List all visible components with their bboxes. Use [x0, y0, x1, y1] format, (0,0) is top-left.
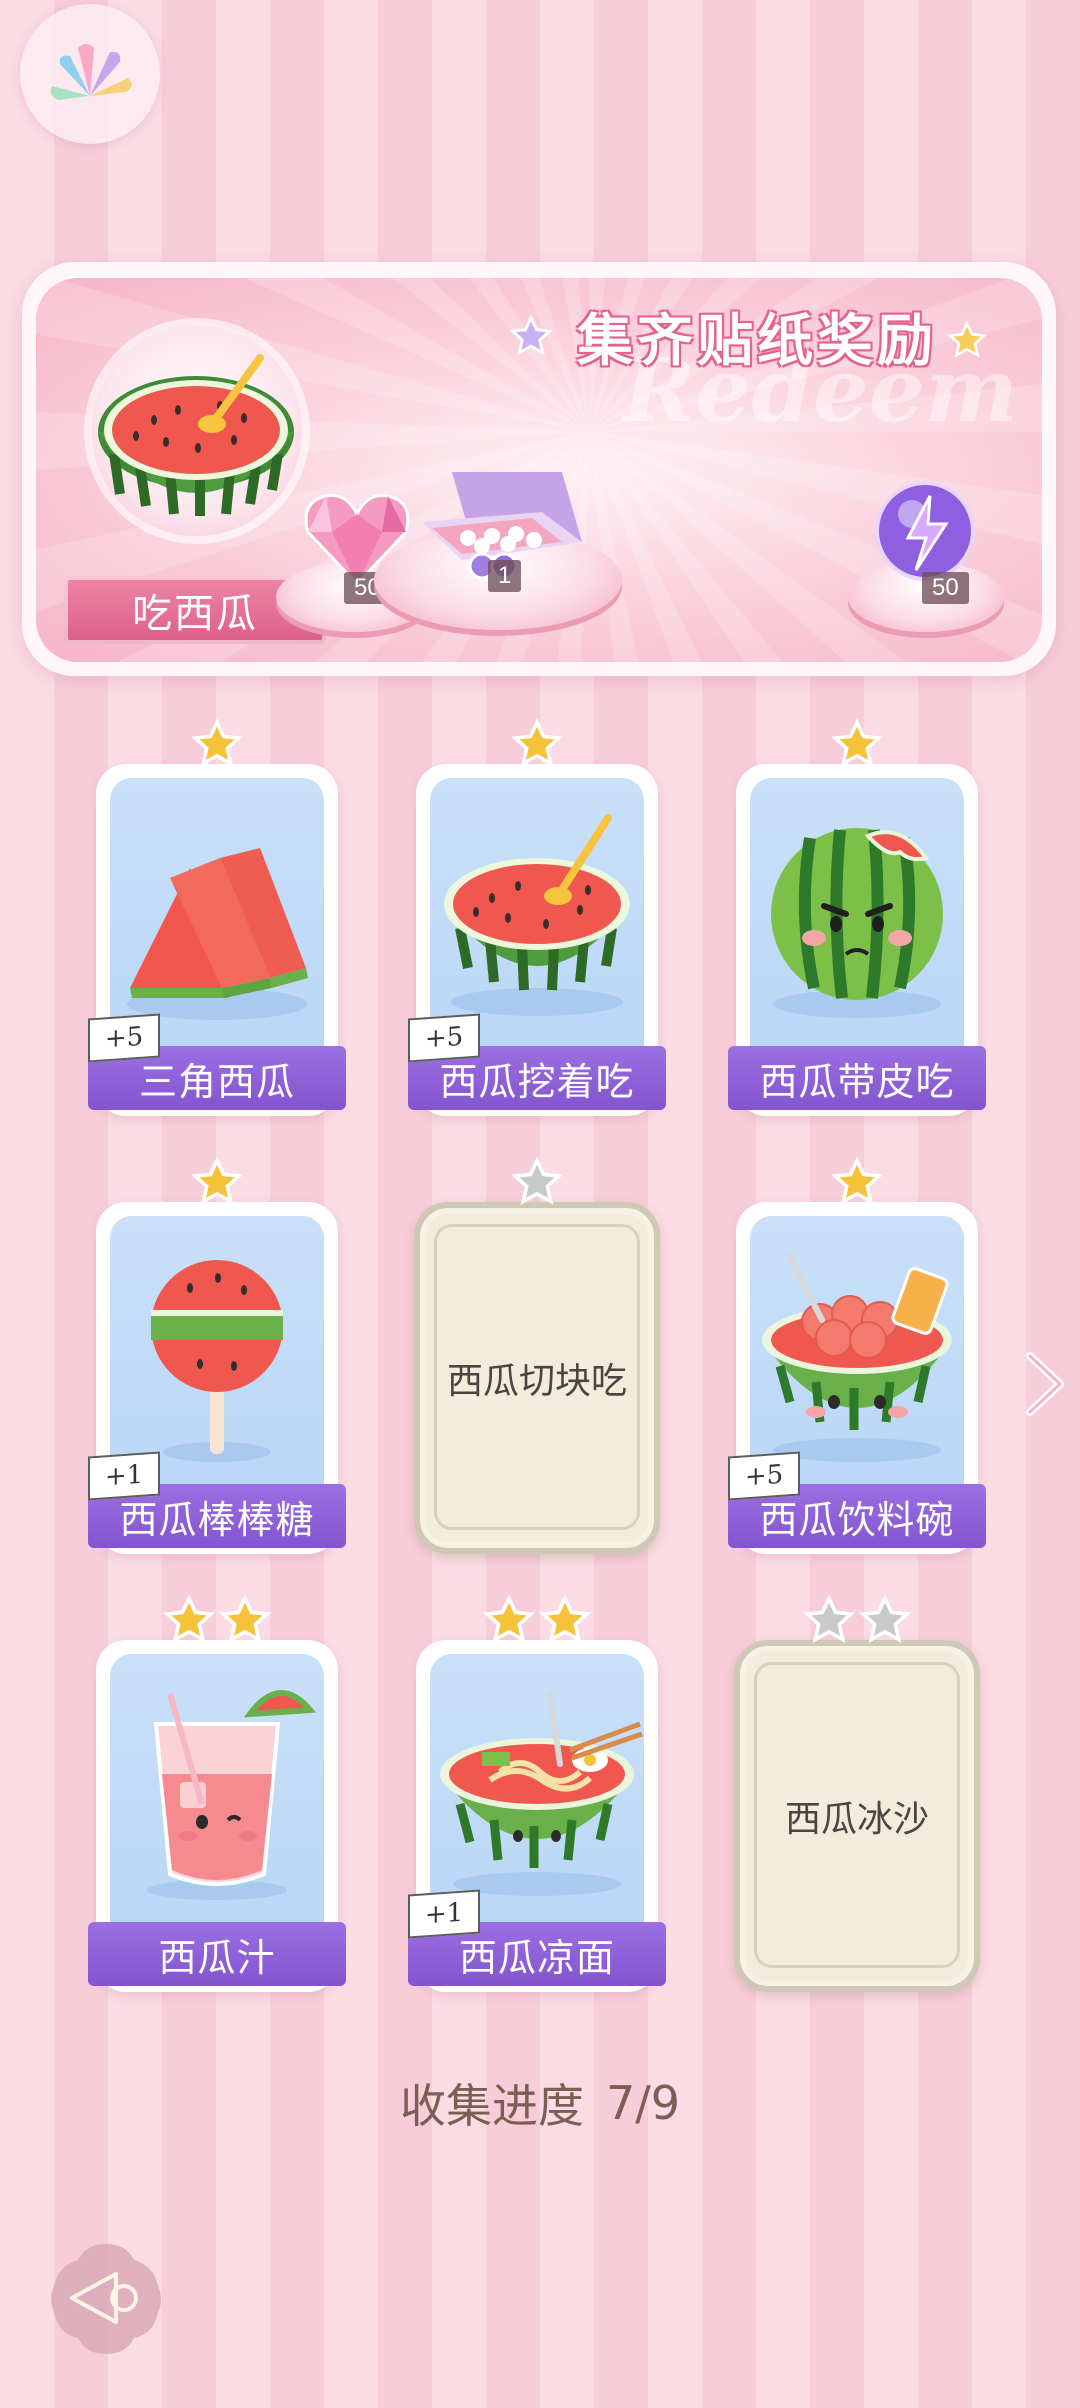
card-label: 西瓜冰沙 [784, 1799, 929, 1840]
gold-star-icon [218, 1594, 272, 1643]
reward-qty: 1 [488, 560, 522, 592]
card-label: 西瓜饮料碗 [759, 1497, 955, 1542]
sticker-card[interactable]: +1 西瓜棒棒糖 [88, 1156, 346, 1568]
sticker-card[interactable]: +5 西瓜饮料碗 [728, 1156, 986, 1568]
banner-title: 集齐贴纸奖励 [577, 308, 937, 374]
sticker-card-locked[interactable]: 西瓜切块吃 [408, 1156, 666, 1568]
watermelon-half-icon [98, 354, 294, 516]
watermelon-half-spoon-icon [444, 814, 630, 1016]
card-label: 西瓜汁 [158, 1935, 276, 1980]
card-label: 西瓜带皮吃 [759, 1059, 955, 1104]
sticker-card-locked[interactable]: 西瓜冰沙 [728, 1594, 986, 2006]
back-button[interactable] [46, 2238, 166, 2358]
bonus-tag: +1 [88, 1451, 160, 1501]
reward-qty: 50 [922, 572, 969, 604]
gray-star-icon [510, 1156, 564, 1205]
gold-star-icon [190, 1156, 244, 1205]
bonus-tag: +5 [728, 1451, 800, 1501]
card-label: 三角西瓜 [138, 1059, 295, 1104]
gold-star-icon [190, 718, 244, 767]
watermelon-drink-bowl-icon [762, 1253, 952, 1462]
angry-watermelon-icon [771, 828, 943, 1018]
next-page-arrow-icon[interactable] [1022, 1352, 1066, 1416]
sticker-card[interactable]: +1 西瓜凉面 [408, 1594, 666, 2006]
gold-star-icon [482, 1594, 536, 1643]
watermelon-noodles-icon [440, 1691, 643, 1896]
gold-star-icon [510, 718, 564, 767]
sticker-card[interactable]: +5 西瓜挖着吃 [408, 718, 666, 1130]
card-label: 西瓜挖着吃 [439, 1059, 635, 1104]
gold-star-icon [162, 1594, 216, 1643]
watermelon-slices-icon [127, 848, 308, 1020]
watermelon-lollipop-icon [151, 1260, 283, 1462]
app-logo-button[interactable] [20, 4, 160, 144]
bonus-tag: +1 [408, 1889, 480, 1939]
gold-star-icon [830, 1156, 884, 1205]
collection-progress: 收集进度 7/9 [0, 2068, 1080, 2138]
bonus-tag: +5 [88, 1013, 160, 1063]
purple-star-icon [509, 314, 553, 356]
gray-star-icon [858, 1594, 912, 1643]
sticker-card[interactable]: 西瓜汁 [88, 1594, 346, 2006]
gold-star-icon [538, 1594, 592, 1643]
card-label: 西瓜凉面 [458, 1935, 615, 1980]
fan-logo-icon [50, 44, 132, 100]
watermelon-juice-icon [147, 1690, 317, 1900]
progress-value: 7/9 [605, 2076, 681, 2130]
sticker-card[interactable]: +5 三角西瓜 [88, 718, 346, 1130]
progress-label: 收集进度 [399, 2079, 584, 2133]
sticker-card[interactable]: 西瓜带皮吃 [728, 718, 986, 1130]
reward-banner: Redeem 集齐贴纸奖励 吃西瓜 50 1 50 [22, 262, 1056, 676]
gray-star-icon [802, 1594, 856, 1643]
card-label: 西瓜切块吃 [446, 1361, 627, 1402]
purple-energy-orb-icon[interactable] [872, 478, 978, 584]
card-label: 西瓜棒棒糖 [119, 1497, 315, 1542]
gold-star-icon [830, 718, 884, 767]
main-reward-label: 吃西瓜 [132, 591, 258, 637]
bonus-tag: +5 [408, 1013, 480, 1063]
